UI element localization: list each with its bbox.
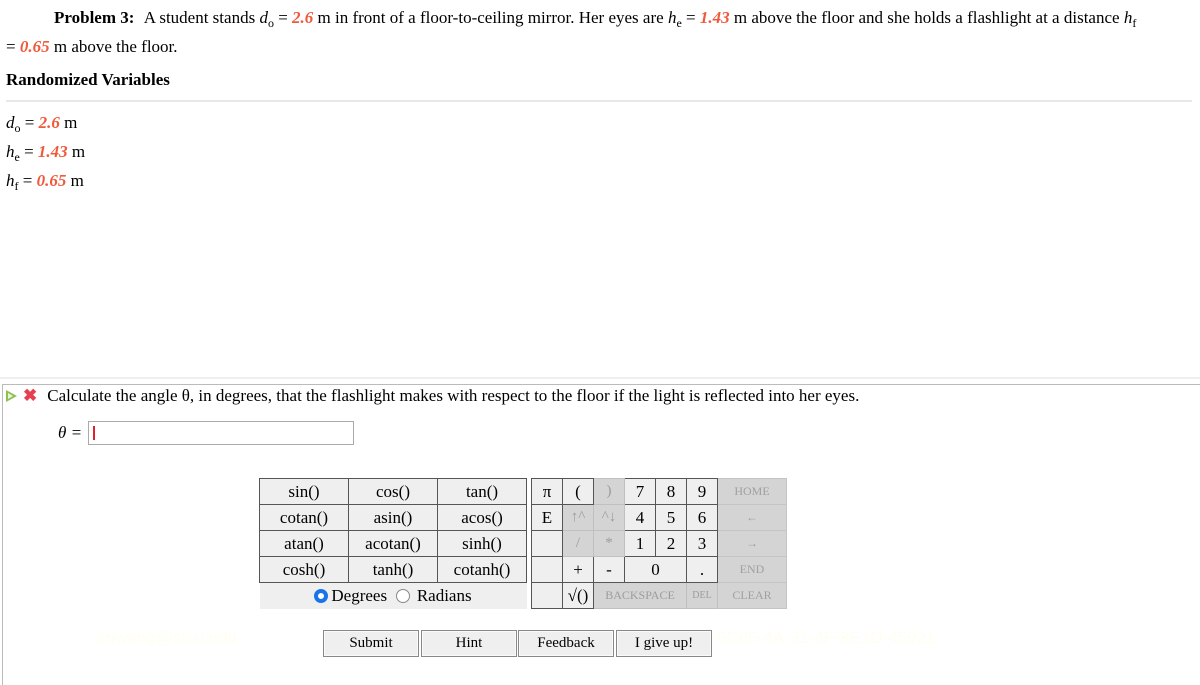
key-cotanh[interactable]: cotanh(): [437, 556, 527, 583]
key-multiply[interactable]: *: [593, 530, 625, 557]
key-close-paren[interactable]: ): [593, 478, 625, 505]
key-blank: [531, 582, 563, 609]
degrees-radio[interactable]: [314, 588, 329, 603]
var-d-value: 2.6: [292, 8, 314, 27]
text-caret: [93, 426, 96, 440]
question-text: Calculate the angle θ, in degrees, that …: [47, 386, 860, 405]
variable-row: he = 1.43 m: [6, 142, 86, 164]
key-0[interactable]: 0: [624, 556, 687, 583]
key-minus[interactable]: -: [593, 556, 625, 583]
key-caret-down[interactable]: ^↓: [593, 504, 625, 531]
key-left-arrow[interactable]: ←: [717, 504, 787, 531]
watermark-email: sriwang@sfsu.edu: [97, 628, 238, 647]
key-home[interactable]: HOME: [717, 478, 787, 505]
answer-input[interactable]: [88, 421, 355, 445]
key-clear[interactable]: CLEAR: [717, 582, 787, 609]
key-open-paren[interactable]: (: [562, 478, 594, 505]
key-tan[interactable]: tan(): [437, 478, 527, 505]
radians-label[interactable]: Radians: [417, 586, 472, 605]
answer-label: θ =: [58, 423, 83, 442]
key-blank: [531, 530, 563, 557]
key-del[interactable]: DEL: [686, 582, 718, 609]
key-acotan[interactable]: acotan(): [348, 530, 438, 557]
key-acos[interactable]: acos(): [437, 504, 527, 531]
part-header: ✖ Calculate the angle θ, in degrees, tha…: [4, 386, 859, 406]
key-tanh[interactable]: tanh(): [348, 556, 438, 583]
key-2[interactable]: 2: [655, 530, 687, 557]
key-cosh[interactable]: cosh(): [259, 556, 349, 583]
key-blank: [531, 556, 563, 583]
key-9[interactable]: 9: [686, 478, 718, 505]
calculator-keypad: sin() cos() tan() π ( ) 7 8 9 HOME cotan…: [259, 478, 787, 609]
randomized-variables-title: Randomized Variables: [6, 70, 170, 89]
key-8[interactable]: 8: [655, 478, 687, 505]
key-1[interactable]: 1: [624, 530, 656, 557]
key-cotan[interactable]: cotan(): [259, 504, 349, 531]
radians-radio[interactable]: [395, 588, 410, 603]
key-backspace[interactable]: BACKSPACE: [593, 582, 687, 609]
key-sinh[interactable]: sinh(): [437, 530, 527, 557]
key-atan[interactable]: atan(): [259, 530, 349, 557]
incorrect-x-icon: ✖: [23, 386, 38, 405]
key-5[interactable]: 5: [655, 504, 687, 531]
play-icon[interactable]: [6, 390, 17, 402]
key-4[interactable]: 4: [624, 504, 656, 531]
key-up-caret[interactable]: ↑^: [562, 504, 594, 531]
key-pi[interactable]: π: [531, 478, 563, 505]
watermark-id: 6C65-4A-31-4F-8E1D-45921: [717, 628, 936, 647]
key-asin[interactable]: asin(): [348, 504, 438, 531]
key-sin[interactable]: sin(): [259, 478, 349, 505]
degrees-label[interactable]: Degrees: [331, 586, 387, 605]
key-sqrt[interactable]: √(): [562, 582, 594, 609]
give-up-button[interactable]: I give up!: [616, 630, 712, 657]
key-divide[interactable]: /: [562, 530, 594, 557]
variable-row: do = 2.6 m: [6, 113, 78, 135]
feedback-button[interactable]: Feedback: [518, 630, 614, 657]
key-e[interactable]: E: [531, 504, 563, 531]
key-plus[interactable]: +: [562, 556, 594, 583]
key-right-arrow[interactable]: →: [717, 530, 787, 557]
key-6[interactable]: 6: [686, 504, 718, 531]
key-cos[interactable]: cos(): [348, 478, 438, 505]
var-hf-value: 0.65: [19, 37, 50, 56]
angle-mode-selector: Degrees Radians: [259, 582, 527, 609]
divider: [0, 377, 1200, 379]
submit-button[interactable]: Submit: [323, 630, 419, 657]
answer-row: θ =: [58, 421, 355, 445]
var-he-value: 1.43: [699, 8, 730, 27]
key-decimal[interactable]: .: [686, 556, 718, 583]
problem-label: Problem 3:: [54, 8, 135, 27]
hint-button[interactable]: Hint: [421, 630, 517, 657]
problem-statement: Problem 3: A student stands do = 2.6 m i…: [6, 8, 1137, 56]
key-end[interactable]: END: [717, 556, 787, 583]
key-3[interactable]: 3: [686, 530, 718, 557]
randomized-variables-list: do = 2.6 m he = 1.43 m hf = 0.65 m: [6, 111, 85, 198]
divider: [6, 100, 1192, 102]
variable-row: hf = 0.65 m: [6, 171, 84, 193]
key-7[interactable]: 7: [624, 478, 656, 505]
